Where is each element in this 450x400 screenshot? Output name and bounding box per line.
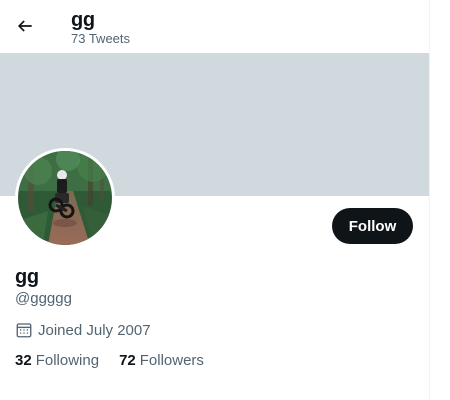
- avatar[interactable]: [15, 148, 115, 248]
- arrow-left-icon: [17, 20, 32, 32]
- back-button[interactable]: [8, 9, 42, 43]
- follow-stats: 32 Following 72 Followers: [15, 352, 204, 370]
- follow-button[interactable]: Follow: [332, 208, 413, 244]
- profile-page: gg 73 Tweets Follow gg @ggggg Joined Jul…: [0, 0, 450, 400]
- header-name: gg: [71, 9, 95, 31]
- following-label: Following: [35, 352, 100, 369]
- tweet-count: 73 Tweets: [71, 31, 131, 46]
- main-column: gg 73 Tweets Follow gg @ggggg Joined Jul…: [0, 0, 430, 400]
- followers-link[interactable]: 72 Followers: [119, 352, 204, 370]
- followers-count: 72: [119, 352, 136, 369]
- avatar-photo: [18, 151, 112, 245]
- join-date-text: Joined July 2007: [38, 321, 151, 339]
- calendar-icon: [15, 321, 33, 339]
- following-link[interactable]: 32 Following: [15, 352, 99, 370]
- profile-header: gg 73 Tweets: [0, 0, 429, 53]
- join-date: Joined July 2007: [15, 320, 151, 340]
- display-name: gg: [15, 266, 39, 288]
- following-count: 32: [15, 352, 32, 369]
- followers-label: Followers: [139, 352, 204, 369]
- user-handle: @ggggg: [15, 290, 72, 307]
